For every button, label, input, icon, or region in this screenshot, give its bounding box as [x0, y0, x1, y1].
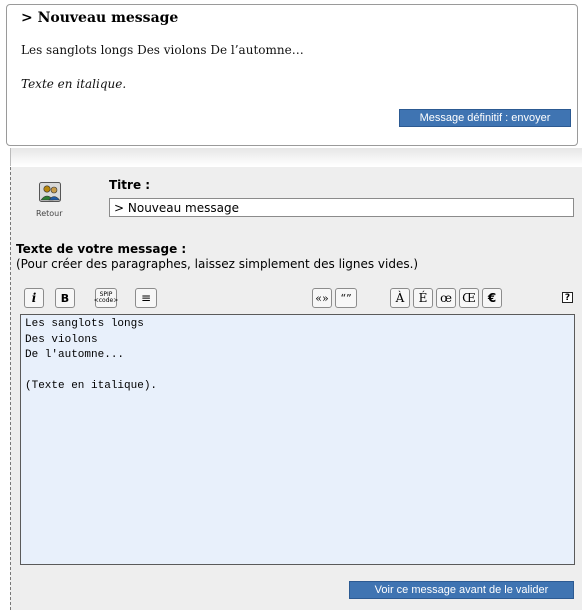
title-input[interactable]: [109, 198, 574, 217]
paragraph-button[interactable]: ≡: [135, 288, 157, 308]
euro-button[interactable]: €: [482, 288, 502, 308]
preview-text-line: Les sanglots longs Des violons De l’auto…: [21, 43, 304, 57]
a-grave-button[interactable]: À: [390, 288, 410, 308]
back-label[interactable]: Retour: [36, 209, 63, 218]
help-icon[interactable]: ?: [562, 292, 573, 303]
preview-italic-line: Texte en italique.: [21, 77, 127, 91]
section-separator: [10, 148, 582, 166]
french-quotes-button[interactable]: «»: [312, 288, 332, 308]
code-button[interactable]: SPIP <code>: [93, 288, 119, 308]
users-icon[interactable]: [39, 182, 61, 202]
e-acute-button[interactable]: É: [413, 288, 433, 308]
title-label: Titre :: [109, 178, 151, 192]
preview-title: > Nouveau message: [21, 10, 179, 26]
code-icon-bottom: <code>: [93, 297, 119, 304]
send-final-button[interactable]: Message définitif : envoyer: [399, 109, 571, 127]
message-text-label: Texte de votre message :: [16, 242, 187, 256]
message-preview-panel: > Nouveau message Les sanglots longs Des…: [6, 4, 578, 146]
italic-button[interactable]: i: [24, 288, 44, 308]
english-quotes-button[interactable]: “”: [335, 288, 357, 308]
bold-button[interactable]: B: [55, 288, 75, 308]
message-textarea[interactable]: Les sanglots longs Des violons De l'auto…: [20, 314, 575, 565]
oe-ligature-button[interactable]: œ: [436, 288, 456, 308]
OE-ligature-button[interactable]: Œ: [459, 288, 479, 308]
message-text-hint: (Pour créer des paragraphes, laissez sim…: [16, 257, 419, 271]
preview-message-button[interactable]: Voir ce message avant de le valider: [349, 581, 574, 599]
